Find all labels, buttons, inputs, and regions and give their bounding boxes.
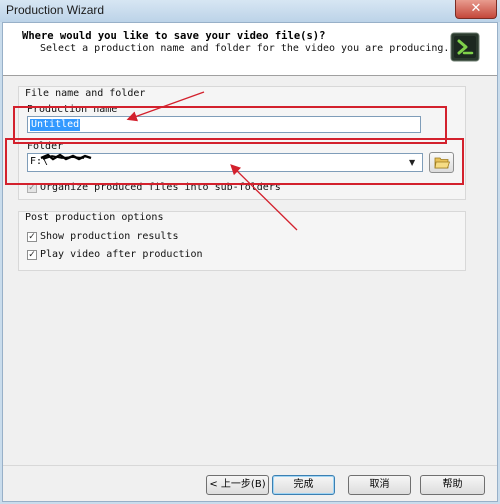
back-button[interactable]: < 上一步(B) [206,475,269,495]
finish-button[interactable]: 完成 [272,475,335,495]
play-video-checkbox[interactable]: ✓ [27,250,37,260]
close-icon: ✕ [470,1,482,16]
header-subtitle: Select a production name and folder for … [40,43,450,54]
close-button[interactable]: ✕ [455,0,497,19]
post-group-heading: Post production options [25,212,164,223]
show-results-label: Show production results [40,231,179,242]
annotation-box-folder [5,138,464,185]
play-video-label: Play video after production [40,249,203,260]
help-button[interactable]: 帮助 [420,475,485,495]
cancel-button[interactable]: 取消 [348,475,411,495]
show-results-checkbox[interactable]: ✓ [27,232,37,242]
footer-separator [3,465,497,466]
file-group-heading: File name and folder [25,88,146,99]
header-title: Where would you like to save your video … [22,30,326,42]
camtasia-logo-icon [450,32,480,62]
window-title: Production Wizard [6,3,105,17]
